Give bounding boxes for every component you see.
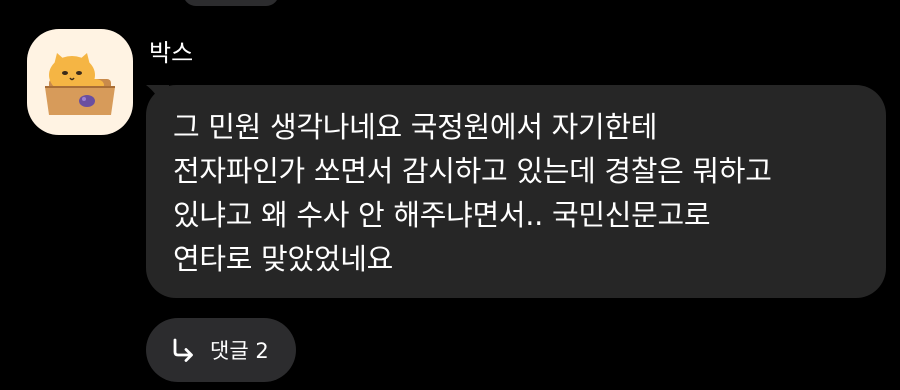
replies-button[interactable]: 댓글 2 [146,318,296,382]
comment-text-line: 연타로 맞았었네요 [173,242,393,276]
comment-author-name[interactable]: 박스 [149,38,193,68]
comment-text-line: 전자파인가 쏘면서 감시하고 있는데 경찰은 뭐하고 [173,154,772,188]
replies-count-label: 댓글 2 [210,339,269,363]
comment-bubble: 그 민원 생각나네요 국정원에서 자기한테 전자파인가 쏘면서 감시하고 있는데… [146,85,886,298]
comment-text-line: 그 민원 생각나네요 국정원에서 자기한테 [173,110,658,144]
reply-arrow-icon [173,338,193,362]
comment-text-line: 있냐고 왜 수사 안 해주냐면서.. 국민신문고로 [173,198,711,232]
bubble-tail [146,85,169,115]
avatar[interactable] [27,29,133,135]
previous-reply-button[interactable] [183,0,279,6]
cat-in-box-icon [45,53,115,115]
